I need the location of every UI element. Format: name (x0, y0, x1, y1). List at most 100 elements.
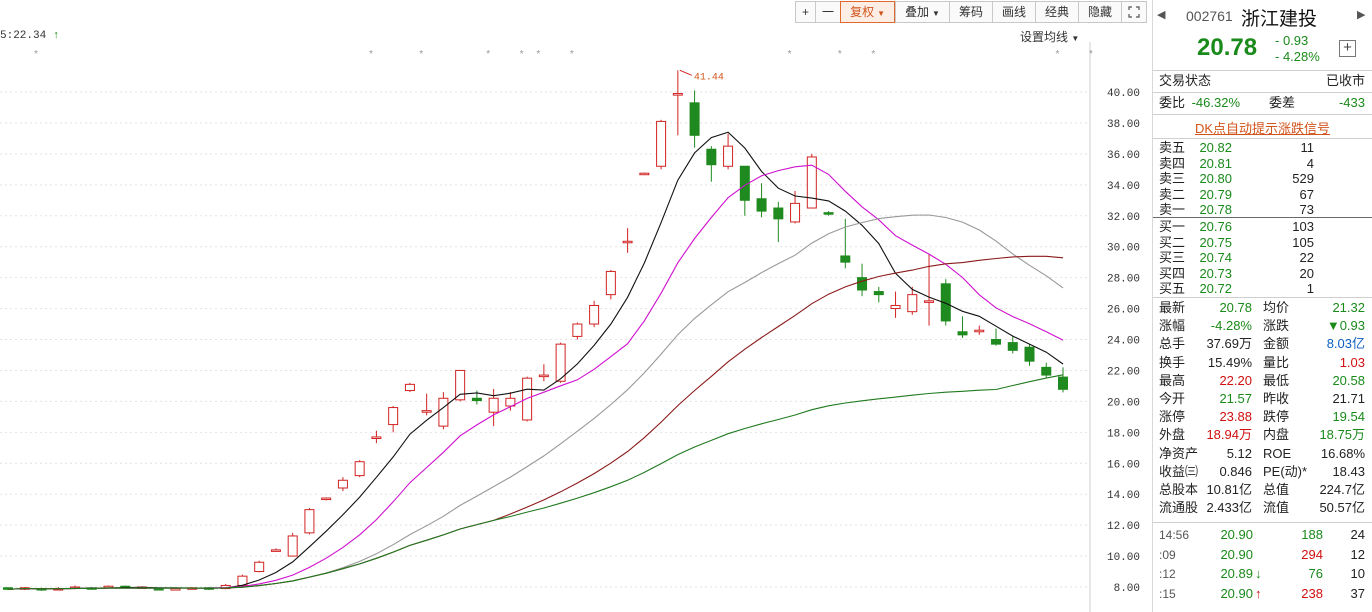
ma30-line (7, 255, 1064, 590)
tick-row: :09 20.90 294 12 (1159, 546, 1365, 564)
stat-label: 涨幅 (1159, 318, 1186, 334)
level-volume: 73 (1299, 202, 1314, 217)
signal-star-icon: * (369, 49, 373, 60)
candle-body (907, 294, 918, 313)
stat-value: 21.57 (1219, 391, 1252, 406)
stock-code: 002761 (1186, 8, 1233, 24)
bid-row[interactable]: 买二 20.75 105 (1159, 235, 1365, 250)
tick-volume: 294 (1301, 546, 1323, 562)
candle-body (321, 497, 332, 501)
tick-count: 10 (1350, 566, 1365, 581)
tick-count: 12 (1350, 546, 1365, 562)
kline-chart-area[interactable]: + 一 复权 ▼ 叠加 ▼ 筹码 画线 经典 隐藏 5:22.34 ↑ 设置均线 ▼… (0, 0, 1153, 612)
stat-row: 总股本 10.81亿 总值 224.7亿 (1159, 481, 1365, 499)
bid-row[interactable]: 买一 20.76 103 (1159, 219, 1365, 234)
add-watchlist-icon[interactable]: + (1339, 40, 1356, 57)
candle-body (756, 198, 767, 212)
ask-row[interactable]: 卖二 20.79 67 (1159, 187, 1365, 202)
bid-row[interactable]: 买三 20.74 22 (1159, 250, 1365, 265)
kline-svg[interactable]: 40.00 38.00 36.00 34.00 32.00 30.00 28.00 26.00… (0, 0, 1152, 612)
y-tick-label: 20.00 (1107, 397, 1140, 409)
tick-volume: 188 (1301, 527, 1323, 542)
weicha-label: 委差 (1269, 95, 1296, 110)
high-marker-label: 41.44 (694, 72, 724, 83)
y-tick-label: 38.00 (1107, 119, 1140, 131)
stat-label: 昨收 (1263, 391, 1290, 406)
stat-label: PE(动)* (1263, 463, 1308, 479)
last-price: 20.78 (1197, 34, 1258, 61)
weibi-row: 委比 -46.32% 委差 -433 (1159, 94, 1365, 112)
next-stock-icon[interactable]: ▶ (1357, 8, 1365, 21)
stat-value: 37.69万 (1206, 336, 1252, 352)
stat-value: 2.433亿 (1206, 500, 1252, 516)
stat-value: 19.54 (1332, 409, 1365, 425)
level-volume: 1 (1306, 281, 1314, 296)
candle-body (974, 329, 985, 333)
arrow-up-icon: ↑ (1255, 585, 1262, 601)
stat-value: 18.75万 (1319, 427, 1365, 443)
dk-signal-link[interactable]: DK点自动提示涨跌信号 (1153, 118, 1372, 137)
level-price: 20.76 (1199, 219, 1232, 234)
level-price: 20.72 (1199, 281, 1232, 296)
stat-value: 10.81亿 (1206, 482, 1252, 497)
y-tick-label: 16.00 (1107, 459, 1140, 471)
tick-count: 37 (1350, 585, 1365, 601)
stat-row: 收益㈢ 0.846 PE(动)* 18.43 (1159, 463, 1365, 481)
stat-label: 均价 (1263, 300, 1290, 315)
price-row: 20.78 - 0.93 - 4.28% + (1153, 32, 1372, 68)
candle-body (471, 397, 482, 402)
y-tick-label: 22.00 (1107, 366, 1140, 378)
signal-star-icon: * (788, 49, 792, 60)
candle-body (840, 255, 851, 263)
stat-label: 今开 (1159, 391, 1186, 406)
stat-label: 收益㈢ (1159, 463, 1199, 479)
level-volume: 22 (1299, 250, 1314, 265)
stat-value: 21.32 (1332, 300, 1365, 315)
y-tick-label: 32.00 (1107, 212, 1140, 224)
stat-label: 总手 (1159, 336, 1186, 352)
bid-row[interactable]: 买五 20.72 1 (1159, 281, 1365, 296)
signal-star-icon: * (34, 49, 38, 60)
ask-row[interactable]: 卖四 20.81 4 (1159, 156, 1365, 171)
ask-row[interactable]: 卖一 20.78 73 (1159, 202, 1365, 217)
bid-row[interactable]: 买四 20.73 20 (1159, 266, 1365, 281)
stat-label: 金额 (1263, 336, 1290, 352)
candle-body (337, 479, 348, 489)
y-tick-label: 12.00 (1107, 521, 1140, 533)
stat-value: 18.94万 (1206, 427, 1252, 443)
y-tick-label: 26.00 (1107, 305, 1140, 317)
level-price: 20.73 (1199, 265, 1232, 281)
level-price: 20.80 (1199, 171, 1232, 186)
y-tick-label: 34.00 (1107, 181, 1140, 193)
candle-body (304, 509, 315, 534)
candle-body (639, 172, 650, 176)
tick-row: :15 20.90 ↑ 238 37 (1159, 585, 1365, 603)
candle-body (723, 145, 734, 167)
candle-body (706, 148, 717, 166)
level-price: 20.82 (1199, 140, 1232, 155)
candle-body (924, 300, 935, 303)
stat-value: 5.12 (1226, 445, 1252, 461)
candle-body (421, 410, 432, 413)
stat-row: 总手 37.69万 金额 8.03亿 (1159, 335, 1365, 353)
level-label: 买四 (1159, 265, 1186, 281)
candle-body (522, 377, 533, 421)
tick-volume: 238 (1301, 585, 1323, 601)
weibi-label: 委比 (1159, 95, 1186, 110)
stat-row: 涨停 23.88 跌停 19.54 (1159, 408, 1365, 426)
level-label: 卖三 (1159, 171, 1186, 186)
candle-body (1041, 366, 1052, 376)
signal-star-icon: * (871, 49, 875, 60)
candle-body (170, 588, 181, 591)
candle-body (1024, 346, 1035, 362)
status-label: 交易状态 (1159, 73, 1212, 88)
stat-value: 18.43 (1332, 463, 1365, 479)
ask-row[interactable]: 卖五 20.82 11 (1159, 140, 1365, 155)
tick-price: 20.90 (1220, 546, 1253, 562)
tick-volume: 76 (1308, 566, 1323, 581)
prev-stock-icon[interactable]: ◀ (1157, 8, 1165, 21)
stat-row: 外盘 18.94万 内盘 18.75万 (1159, 426, 1365, 444)
ask-row[interactable]: 卖三 20.80 529 (1159, 171, 1365, 186)
stat-label: 总股本 (1159, 482, 1199, 497)
stat-label: 流值 (1263, 500, 1290, 516)
